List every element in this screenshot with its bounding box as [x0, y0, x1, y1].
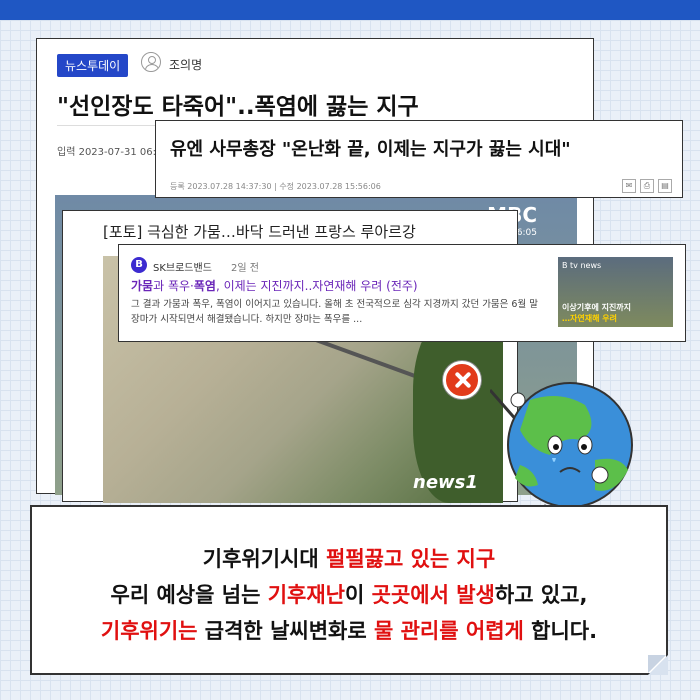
thumbnail-caption: …자연재해 우려: [562, 314, 617, 323]
caption-text: 하고 있고,: [494, 583, 588, 607]
time-ago: 2일 전: [231, 263, 259, 274]
caption-text: 우리 예상을 넘는: [110, 583, 268, 607]
caption-text: 이: [345, 583, 372, 607]
search-result-snippet: 그 결과 가뭄과 폭우, 폭염이 이어지고 있습니다. 올해 초 전국적으로 심…: [131, 299, 538, 325]
btv-logo: B tv news: [562, 261, 602, 270]
headline-part: 가뭄: [131, 279, 154, 293]
article-title: 유엔 사무총장 "온난화 끝, 이제는 지구가 끓는 시대": [170, 139, 571, 160]
caption-text: 급격한 날씨변화로: [197, 619, 374, 643]
caption-highlight: 곳곳에서 발생: [371, 583, 495, 607]
print-icon[interactable]: ⎙: [640, 179, 654, 193]
close-x-icon: [443, 361, 481, 399]
author-name[interactable]: 조의명: [169, 56, 202, 73]
caption-text: 기후위기시대: [202, 547, 327, 571]
sk-broadband-logo: B: [131, 257, 147, 273]
caption-highlight: 물 관리를 어렵게: [373, 619, 524, 643]
article-headline: "선인장도 타죽어"..폭염에 끓는 지구: [57, 94, 419, 120]
article-meta: 등록 2023.07.28 14:37:30 | 수정 2023.07.28 1…: [170, 182, 381, 191]
pdf-icon[interactable]: ▤: [658, 179, 672, 193]
program-badge[interactable]: 뉴스투데이: [57, 54, 129, 77]
caption-highlight: 펄펄끓고 있는 지구: [326, 547, 496, 571]
caption-highlight: 기후재난: [267, 583, 345, 607]
headline-part: , 이제는 지진까지..자연재해 우려 (전주): [215, 279, 418, 293]
headline-part: 폭염: [193, 279, 216, 293]
search-result-headline[interactable]: 가뭄과 폭우·폭염, 이제는 지진까지..자연재해 우려 (전주): [131, 277, 418, 294]
photo-article-title: [포토] 극심한 가뭄…바닥 드러낸 프랑스 루아르강: [103, 223, 416, 241]
caption-line-1: 기후위기시대 펄펄끓고 있는 지구: [32, 543, 666, 573]
mail-icon[interactable]: ✉: [622, 179, 636, 193]
top-banner: [0, 0, 700, 20]
caption-highlight: 기후위기는: [100, 619, 198, 643]
thumbnail-caption: 이상기후에 지진까지: [562, 303, 632, 312]
source-name[interactable]: SK브로드밴드: [153, 259, 212, 274]
caption-line-2: 우리 예상을 넘는 기후재난이 곳곳에서 발생하고 있고,: [32, 579, 666, 609]
news-card-un: 유엔 사무총장 "온난화 끝, 이제는 지구가 끓는 시대" 등록 2023.0…: [155, 120, 683, 198]
user-icon: [141, 52, 161, 72]
caption-line-3: 기후위기는 급격한 날씨변화로 물 관리를 어렵게 합니다.: [32, 615, 666, 645]
caption-text: 합니다.: [523, 619, 598, 643]
article-actions: ✉ ⎙ ▤: [622, 179, 672, 193]
caption-box: 기후위기시대 펄펄끓고 있는 지구 우리 예상을 넘는 기후재난이 곳곳에서 발…: [30, 505, 668, 675]
publish-date: 입력 2023-07-31 06:08: [57, 147, 169, 158]
news1-watermark: news1: [413, 472, 478, 493]
video-thumbnail[interactable]: B tv news 이상기후에 지진까지 …자연재해 우려: [558, 257, 673, 327]
news-card-sk: B SK브로드밴드 2일 전 가뭄과 폭우·폭염, 이제는 지진까지..자연재해…: [118, 244, 686, 342]
headline-part: 과 폭우·: [153, 279, 194, 293]
